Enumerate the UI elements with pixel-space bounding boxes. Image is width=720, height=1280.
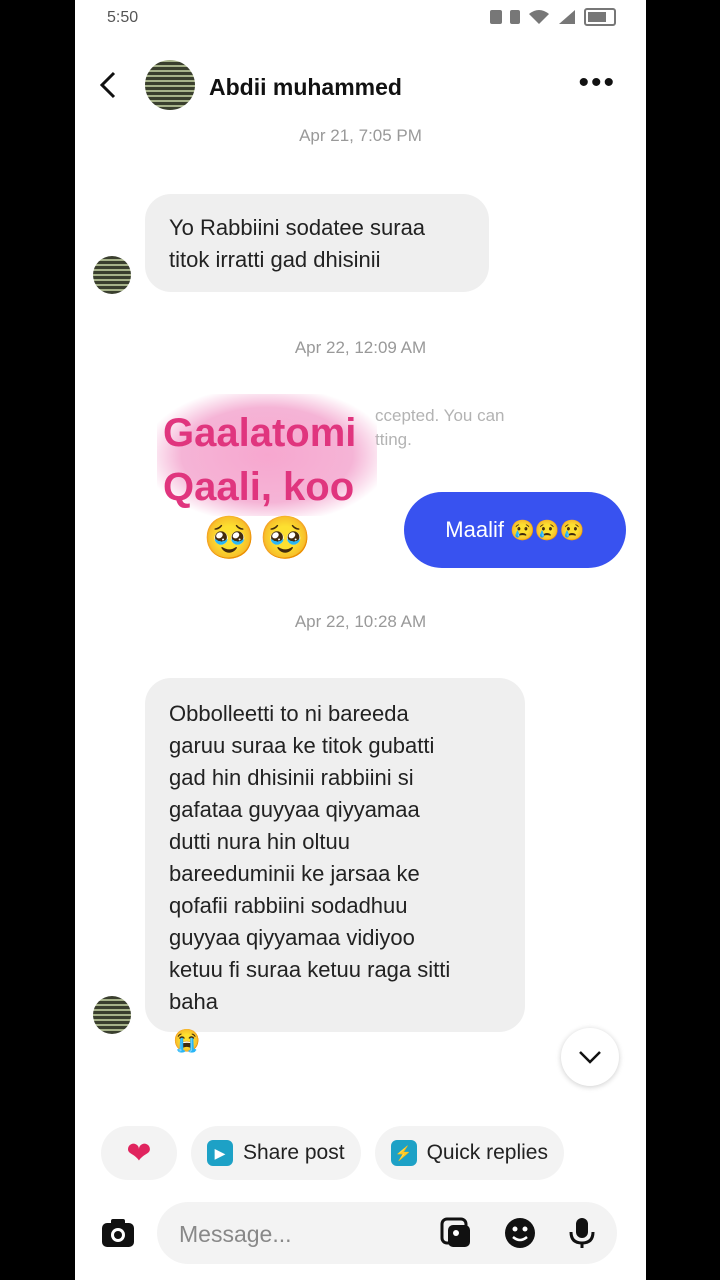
wifi-icon — [529, 10, 549, 24]
quick-actions: ❤ ▶ Share post ⚡ Quick replies — [101, 1126, 564, 1180]
message-text: Yo Rabbiini sodatee suraa titok irratti … — [169, 215, 426, 272]
timestamp: Apr 21, 7:05 PM — [299, 126, 422, 145]
pleading-face-emoji: 🥹 — [203, 514, 256, 561]
pleading-face-emoji: 🥹 — [259, 514, 312, 561]
sender-avatar[interactable] — [93, 996, 131, 1034]
nfc-icon — [490, 10, 502, 24]
message-text: Maalif — [445, 517, 504, 542]
heart-icon: ❤ — [126, 1136, 152, 1170]
play-icon: ▶ — [207, 1140, 233, 1166]
lightning-icon: ⚡ — [390, 1140, 417, 1166]
vibrate-icon — [510, 10, 520, 24]
more-options-icon[interactable]: ••• — [578, 66, 616, 100]
crying-emoji: 😢😢😢 — [509, 519, 585, 542]
outgoing-message[interactable]: Maalif 😢😢😢 — [404, 492, 626, 568]
status-icons — [490, 8, 616, 26]
quick-replies-label: Quick replies — [426, 1141, 548, 1164]
sender-avatar[interactable] — [93, 256, 131, 294]
share-post-button[interactable]: ▶ Share post — [191, 1126, 361, 1180]
timestamp: Apr 22, 10:28 AM — [294, 612, 427, 631]
sticker-icon[interactable] — [503, 1216, 537, 1250]
chat-header: Abdii muhammed ••• — [75, 52, 646, 122]
sticker-text: Gaalatomi Qaali, koo — [163, 411, 357, 509]
gallery-icon[interactable] — [439, 1216, 473, 1250]
contact-avatar[interactable] — [145, 60, 195, 110]
reaction-emoji[interactable]: 😭 — [173, 1028, 200, 1054]
chevron-down-icon — [579, 1051, 601, 1064]
message-text: Obbolleetti to ni bareeda garuu suraa ke… — [169, 701, 451, 1014]
status-bar: 5:50 — [75, 0, 646, 36]
scroll-down-button[interactable] — [561, 1028, 619, 1086]
like-button[interactable]: ❤ — [101, 1126, 177, 1180]
message-input[interactable] — [177, 1202, 441, 1266]
incoming-message[interactable]: Yo Rabbiini sodatee suraa titok irratti … — [145, 194, 489, 292]
timestamp: Apr 22, 12:09 AM — [294, 338, 427, 357]
quick-replies-button[interactable]: ⚡ Quick replies — [374, 1126, 564, 1180]
back-icon[interactable] — [97, 70, 119, 105]
microphone-icon[interactable] — [565, 1216, 599, 1250]
camera-icon[interactable] — [99, 1214, 137, 1252]
battery-icon — [584, 8, 616, 26]
faded-note: ccepted. You can tting. — [375, 406, 505, 449]
contact-name[interactable]: Abdii muhammed — [209, 74, 402, 101]
message-composer — [75, 1196, 646, 1270]
share-post-label: Share post — [243, 1141, 345, 1164]
status-time: 5:50 — [107, 9, 139, 26]
sticker: Gaalatomi Qaali, koo — [157, 394, 377, 516]
message-input-container — [157, 1202, 617, 1266]
chat-screen: 5:50 Abdii muhammed ••• Apr 21, 7:05 PM … — [75, 0, 646, 1280]
incoming-message[interactable]: Obbolleetti to ni bareeda garuu suraa ke… — [145, 678, 525, 1032]
signal-icon — [559, 10, 575, 24]
